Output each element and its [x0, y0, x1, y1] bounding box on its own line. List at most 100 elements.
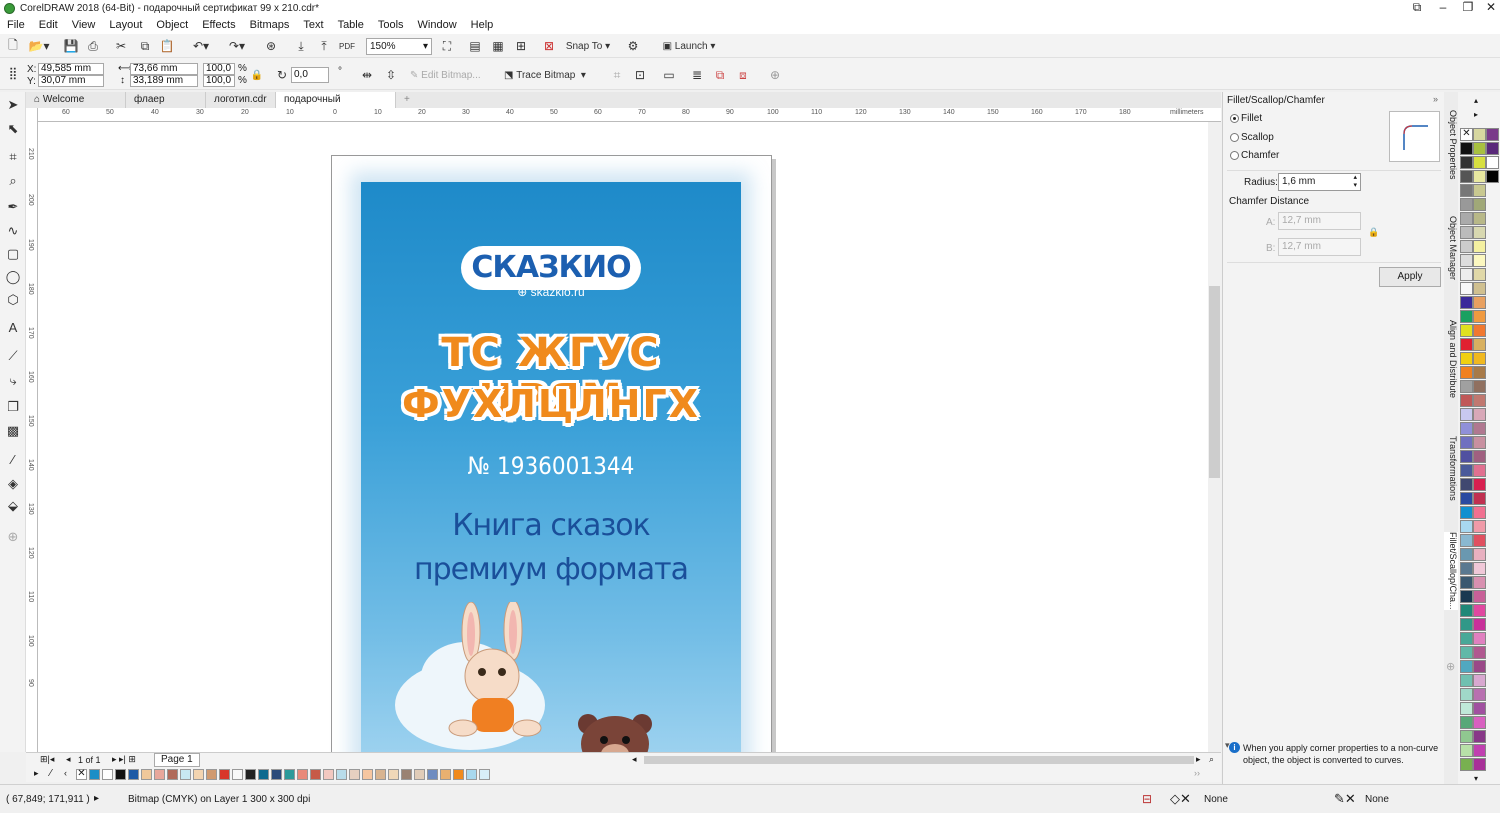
color-swatch[interactable] [1473, 436, 1486, 449]
color-swatch[interactable] [167, 769, 178, 780]
color-swatch[interactable] [1473, 366, 1486, 379]
smart-fill-icon[interactable]: ⬙ [4, 497, 22, 515]
eyedropper-icon[interactable]: ⁄ [50, 768, 52, 779]
color-swatch[interactable] [102, 769, 113, 780]
color-swatch[interactable] [141, 769, 152, 780]
color-swatch[interactable] [1473, 562, 1486, 575]
color-swatch[interactable] [1460, 674, 1473, 687]
color-swatch[interactable] [193, 769, 204, 780]
publish-pdf-icon[interactable]: PDF [338, 37, 356, 55]
chamfer-b-field[interactable]: 12,7 mm [1278, 238, 1361, 256]
color-swatch[interactable] [1473, 576, 1486, 589]
paste-icon[interactable]: 📋 [158, 37, 176, 55]
new-tab-plus-icon[interactable]: + [396, 92, 414, 108]
color-swatch[interactable] [1473, 254, 1486, 267]
scallop-label[interactable]: Scallop [1241, 132, 1274, 143]
color-swatch[interactable] [297, 769, 308, 780]
show-grid-icon[interactable]: ▦ [489, 37, 507, 55]
color-swatch[interactable] [1460, 660, 1473, 673]
outline-none-icon[interactable]: ✎✕ [1334, 791, 1356, 807]
color-swatch[interactable] [1460, 408, 1473, 421]
bitmap-mask-icon[interactable]: ⧈ [734, 66, 752, 84]
fillet-radio[interactable] [1230, 114, 1239, 123]
color-swatch[interactable] [1473, 590, 1486, 603]
color-swatch[interactable] [1460, 492, 1473, 505]
color-swatch[interactable] [1460, 198, 1473, 211]
color-swatch[interactable] [1473, 744, 1486, 757]
color-swatch[interactable] [1460, 520, 1473, 533]
color-swatch[interactable] [1460, 226, 1473, 239]
color-swatch[interactable] [115, 769, 126, 780]
color-swatch[interactable] [1460, 394, 1473, 407]
color-swatch[interactable] [1460, 604, 1473, 617]
color-swatch[interactable] [1473, 758, 1486, 771]
x-position-field[interactable]: 49,585 mm [38, 63, 104, 75]
color-swatch[interactable] [219, 769, 230, 780]
color-swatch[interactable] [1473, 674, 1486, 687]
color-swatch[interactable] [1486, 170, 1499, 183]
color-swatch[interactable] [1473, 730, 1486, 743]
vertical-scrollbar[interactable] [1208, 122, 1221, 752]
color-swatch[interactable] [1473, 660, 1486, 673]
color-swatch[interactable] [1473, 128, 1486, 141]
color-swatch[interactable] [1460, 758, 1473, 771]
color-swatch[interactable] [1460, 422, 1473, 435]
color-swatch[interactable] [1460, 380, 1473, 393]
palette-scroll-right-icon[interactable]: ›› [1194, 768, 1200, 778]
color-swatch[interactable] [1460, 744, 1473, 757]
color-swatch[interactable] [1473, 184, 1486, 197]
color-swatch[interactable] [1460, 282, 1473, 295]
menu-tools[interactable]: Tools [371, 19, 411, 31]
color-swatch[interactable] [1473, 156, 1486, 169]
palette-menu-icon[interactable]: ▸ [34, 768, 39, 779]
color-swatch[interactable] [1486, 156, 1499, 169]
chamfer-a-field[interactable]: 12,7 mm [1278, 212, 1361, 230]
search-content-icon[interactable]: ⊛ [262, 37, 280, 55]
color-swatch[interactable] [1460, 254, 1473, 267]
color-swatch[interactable] [375, 769, 386, 780]
color-swatch[interactable] [1460, 240, 1473, 253]
color-swatch[interactable] [1473, 310, 1486, 323]
mirror-horizontal-icon[interactable]: ⇹ [358, 66, 376, 84]
menu-window[interactable]: Window [411, 19, 464, 31]
color-swatch[interactable] [1460, 688, 1473, 701]
lock-ratio-icon[interactable]: 🔒 [250, 66, 264, 84]
y-position-field[interactable]: 30,07 mm [38, 75, 104, 87]
scale-height-field[interactable]: 100,0 [203, 75, 235, 87]
launch-button[interactable]: ▣ Launch ▾ [654, 37, 724, 55]
color-swatch[interactable] [245, 769, 256, 780]
color-swatch[interactable] [1473, 520, 1486, 533]
color-swatch[interactable] [258, 769, 269, 780]
close-button[interactable]: ✕ [1478, 0, 1500, 16]
color-swatch[interactable] [1460, 156, 1473, 169]
undo-icon[interactable]: ↶▾ [186, 37, 216, 55]
menu-text[interactable]: Text [296, 19, 330, 31]
menu-effects[interactable]: Effects [195, 19, 242, 31]
color-swatch[interactable] [154, 769, 165, 780]
color-swatch[interactable] [1473, 338, 1486, 351]
color-swatch[interactable] [1473, 618, 1486, 631]
color-swatch[interactable] [1460, 366, 1473, 379]
open-icon[interactable]: 📂▾ [26, 37, 52, 55]
shape-tool-icon[interactable]: ⬉ [4, 120, 22, 138]
palette-scroll-left-icon[interactable]: ‹ [64, 768, 67, 778]
color-swatch[interactable] [1460, 590, 1473, 603]
copy-icon[interactable]: ⧉ [136, 37, 154, 55]
color-swatch[interactable] [427, 769, 438, 780]
color-swatch[interactable] [1473, 296, 1486, 309]
mirror-vertical-icon[interactable]: ⇳ [382, 66, 400, 84]
color-swatch[interactable] [1473, 212, 1486, 225]
edit-bitmap-button[interactable]: ✎ Edit Bitmap... [410, 66, 492, 84]
restore-icon[interactable]: ⧉ [1404, 0, 1430, 16]
scale-width-field[interactable]: 100,0 [203, 63, 235, 75]
color-eyedropper-icon[interactable]: ⁄ [4, 451, 22, 469]
color-swatch[interactable] [1473, 408, 1486, 421]
cut-icon[interactable]: ✂ [112, 37, 130, 55]
color-swatch[interactable] [1460, 170, 1473, 183]
tab-align-distribute[interactable]: Align and Distribute [1444, 320, 1458, 398]
color-swatch[interactable] [1460, 534, 1473, 547]
menu-table[interactable]: Table [331, 19, 371, 31]
tab-object-manager[interactable]: Object Manager [1444, 216, 1458, 280]
color-swatch[interactable] [362, 769, 373, 780]
color-swatch[interactable] [1473, 324, 1486, 337]
